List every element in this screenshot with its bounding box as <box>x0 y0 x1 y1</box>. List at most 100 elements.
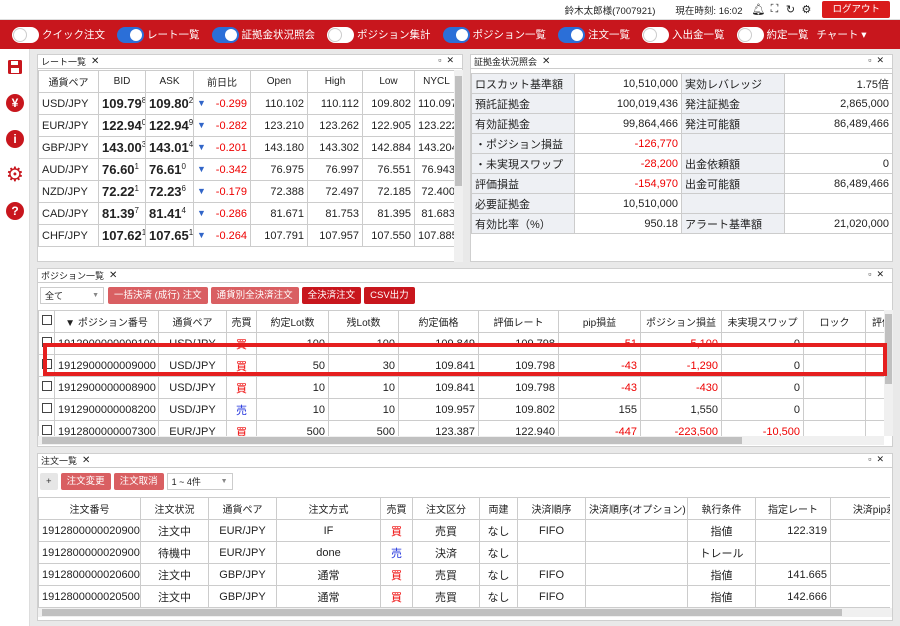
close-by-pair-button[interactable]: 通貨別全決済注文 <box>210 287 299 304</box>
table-row[interactable]: CAD/JPY 81.397 81.414 ▼ -0.286 81.671 81.753 81… <box>38 202 454 225</box>
order-id[interactable]: 1912800000020600 <box>38 563 141 586</box>
toggle-switch[interactable] <box>327 26 354 43</box>
checkbox[interactable] <box>42 359 52 369</box>
toggle-switch[interactable] <box>736 26 764 43</box>
position-filter-select[interactable]: 全て ▼ <box>40 287 104 304</box>
column-header[interactable]: Open <box>250 70 308 93</box>
sidebar-help[interactable]: ? <box>0 193 30 229</box>
toggle-switch[interactable] <box>117 26 144 43</box>
column-header[interactable]: 通貨ペア <box>38 70 99 93</box>
column-header[interactable]: 注文状況 <box>140 497 209 520</box>
sidebar-info[interactable]: i <box>0 121 30 157</box>
checkbox[interactable] <box>42 337 52 347</box>
toggle-execution-list[interactable]: 約定一覧 <box>736 26 809 43</box>
currency-pair[interactable]: GBP/JPY <box>38 136 99 159</box>
toggle-order-list[interactable]: 注文一覧 <box>558 26 630 43</box>
panel-controls[interactable]: ▫✕ <box>868 269 889 280</box>
cancel-order-button[interactable]: 注文取消 <box>113 473 164 490</box>
toggle-position-summary[interactable]: ポジション集計 <box>327 26 431 43</box>
ask-price[interactable]: 72.236 <box>145 180 194 203</box>
position-id[interactable]: 1912900000009000 <box>54 354 159 377</box>
scrollbar[interactable] <box>454 70 463 262</box>
column-header[interactable]: 前日比 <box>193 70 251 93</box>
checkbox[interactable] <box>42 315 52 325</box>
position-id[interactable]: 1912900000008900 <box>54 376 159 399</box>
column-header[interactable]: 注文区分 <box>412 497 480 520</box>
checkbox[interactable] <box>42 381 52 391</box>
column-header[interactable]: 注文番号 <box>38 497 141 520</box>
order-id[interactable]: 1912800000020900 <box>38 519 141 542</box>
toggle-switch[interactable] <box>558 26 585 43</box>
toggle-switch[interactable] <box>442 26 470 43</box>
toggle-margin-status[interactable]: 証拠金状況照会 <box>211 26 315 43</box>
row-checkbox-cell[interactable] <box>38 354 55 377</box>
modify-order-button[interactable]: 注文変更 <box>60 473 111 490</box>
toggle-rate-list[interactable]: レート一覧 <box>117 26 200 43</box>
table-row[interactable]: GBP/JPY143.003 ⬆143.014 ⬆▼-0.201143.1801… <box>38 136 454 159</box>
column-header[interactable]: ロック <box>803 310 866 333</box>
column-header[interactable]: pip損益 <box>558 310 641 333</box>
table-row[interactable]: 1912900000008200 USD/JPY 売 10 10 109.957 109.8… <box>38 398 884 421</box>
sidebar-deposit[interactable]: ¥ <box>0 85 30 121</box>
lock-cell[interactable] <box>803 354 866 377</box>
column-header[interactable]: 指定レート <box>755 497 831 520</box>
table-row[interactable]: 1912900000009100 USD/JPY 買 100 100 109.849 109… <box>38 332 884 355</box>
currency-pair[interactable]: AUD/JPY <box>38 158 99 181</box>
csv-export-button[interactable]: CSV出力 <box>364 287 415 304</box>
column-header[interactable]: ▼ ポジション番号 <box>54 310 159 333</box>
gear-icon[interactable]: ⚙ <box>798 3 814 16</box>
column-header[interactable]: 両建 <box>479 497 518 520</box>
logout-button[interactable]: ログアウト <box>822 1 890 18</box>
lock-cell[interactable] <box>803 420 866 436</box>
column-header[interactable]: ASK <box>145 70 194 93</box>
table-row[interactable]: NZD/JPY 72.221 72.236 ▼ -0.179 72.388 72.497 72… <box>38 180 454 203</box>
table-row[interactable]: EUR/JPY122.940122.949▼-0.282123.210123.2… <box>38 114 454 137</box>
column-header[interactable]: Low <box>362 70 415 93</box>
bid-price[interactable]: 72.221 <box>98 180 146 203</box>
position-id[interactable]: 1912900000008200 <box>54 398 159 421</box>
currency-pair[interactable]: EUR/JPY <box>38 114 99 137</box>
column-header[interactable]: NYCL <box>414 70 454 93</box>
column-header[interactable]: 通貨ペア <box>208 497 277 520</box>
ask-price[interactable]: 81.414 <box>145 202 194 225</box>
toggle-switch[interactable] <box>642 26 669 43</box>
column-header[interactable]: 売買 <box>380 497 413 520</box>
column-header[interactable]: 約定Lot数 <box>256 310 329 333</box>
bid-price[interactable]: 76.601 <box>98 158 146 181</box>
table-row[interactable]: 1912800000020600 注文中 GBP/JPY 通常買売買 なし FIFO 指値 1… <box>38 563 890 586</box>
scrollbar[interactable] <box>884 310 893 436</box>
close-icon[interactable]: ✕ <box>109 270 117 281</box>
toggle-position-list[interactable]: ポジション一覧 <box>442 26 546 43</box>
column-header[interactable]: 注文方式 <box>276 497 381 520</box>
refresh-icon[interactable]: ↻ <box>782 3 798 16</box>
column-header[interactable]: 決済順序(オプション) <box>585 497 688 520</box>
column-header[interactable]: 残Lot数 <box>328 310 399 333</box>
add-order-button[interactable]: + <box>40 473 58 490</box>
bid-price[interactable]: 143.003 ⬆ <box>98 136 146 159</box>
scrollbar[interactable] <box>38 436 884 445</box>
order-id[interactable]: 1912800000020500 <box>38 585 141 608</box>
table-row[interactable]: AUD/JPY 76.601 76.610 ▼ -0.342 76.975 76.997 76… <box>38 158 454 181</box>
close-all-button[interactable]: 全決済注文 <box>301 287 362 304</box>
sidebar-save[interactable] <box>0 49 30 85</box>
currency-pair[interactable]: USD/JPY <box>38 92 99 115</box>
column-header[interactable]: BID <box>98 70 146 93</box>
chart-menu[interactable]: チャート ▾ <box>817 27 867 42</box>
select-all-checkbox-cell[interactable] <box>38 310 55 333</box>
table-row[interactable]: USD/JPY109.798109.802▼-0.299110.102110.1… <box>38 92 454 115</box>
table-row[interactable]: 1912800000007300 EUR/JPY 買 500 500 123.387 122… <box>38 420 884 436</box>
lock-cell[interactable] <box>803 376 866 399</box>
column-header[interactable]: 通貨ペア <box>158 310 227 333</box>
position-id[interactable]: 1912800000007300 <box>54 420 159 436</box>
order-range-select[interactable]: 1 ~ 4件 ▼ <box>166 473 233 490</box>
column-header[interactable]: 約定価格 <box>398 310 479 333</box>
order-id[interactable]: 1912800000020900 <box>38 541 141 564</box>
ask-price[interactable]: 122.949 <box>145 114 194 137</box>
close-icon[interactable]: ✕ <box>91 56 99 67</box>
bell-icon[interactable]: 🔔︎ <box>750 3 766 16</box>
bid-price[interactable]: 109.798 <box>98 92 146 115</box>
row-checkbox-cell[interactable] <box>38 398 55 421</box>
sidebar-settings[interactable]: ⚙ <box>0 157 30 193</box>
table-row[interactable]: 1912800000020900 注文中 EUR/JPY IF 買売買 なし FIFO 指値 1… <box>38 519 890 542</box>
lock-cell[interactable] <box>803 332 866 355</box>
